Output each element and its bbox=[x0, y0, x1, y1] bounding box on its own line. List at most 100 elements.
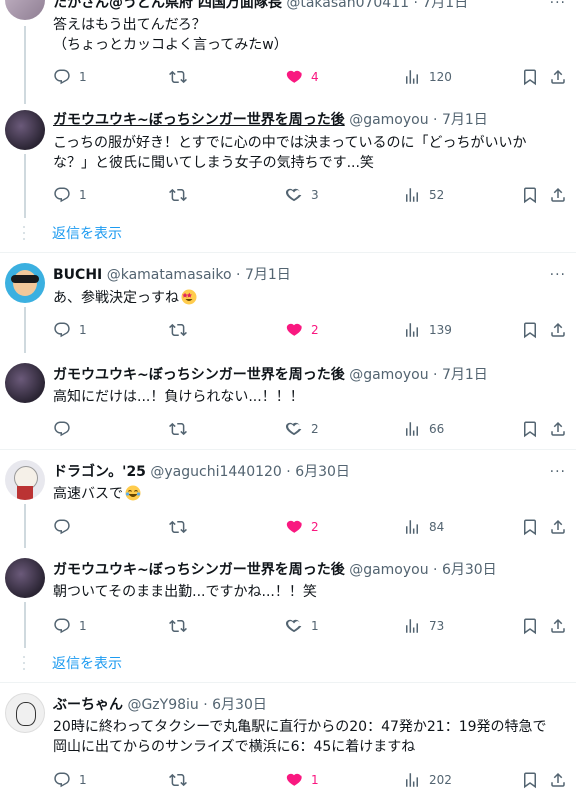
share-button[interactable] bbox=[549, 67, 567, 87]
like-button[interactable]: 2 bbox=[285, 517, 319, 537]
tweet[interactable]: ぶーちゃん @GzY98iu · 6月30日 20時に終わってタクシーで丸亀駅に… bbox=[0, 683, 576, 803]
views-button[interactable]: 139 bbox=[403, 320, 452, 340]
tweet[interactable]: ガモウユウキ~ぼっちシンガー世界を周った後 @gamoyou · 6月30日 朝… bbox=[0, 548, 576, 648]
handle[interactable]: @gamoyou bbox=[349, 562, 428, 578]
bookmark-button[interactable] bbox=[521, 320, 539, 340]
like-button[interactable]: 2 bbox=[285, 419, 319, 439]
views-button[interactable]: 202 bbox=[403, 770, 452, 790]
like-count: 3 bbox=[311, 188, 319, 202]
bookmark-button[interactable] bbox=[521, 67, 539, 87]
more-options-button[interactable]: ··· bbox=[550, 0, 566, 13]
retweet-button[interactable] bbox=[169, 185, 187, 205]
display-name[interactable]: ガモウユウキ~ぼっちシンガー世界を周った後 bbox=[53, 367, 345, 383]
display-name[interactable]: ドラゴン。'25 bbox=[53, 464, 146, 480]
share-button[interactable] bbox=[549, 320, 567, 340]
views-button[interactable]: 120 bbox=[403, 67, 452, 87]
views-button[interactable]: 84 bbox=[403, 517, 444, 537]
separator: · bbox=[413, 0, 418, 11]
views-button[interactable]: 73 bbox=[403, 616, 444, 636]
like-count: 1 bbox=[311, 619, 319, 633]
like-count: 4 bbox=[311, 70, 319, 84]
bookmark-button[interactable] bbox=[521, 770, 539, 790]
tweet-actions: 1 4 120 bbox=[53, 67, 573, 87]
bookmark-button[interactable] bbox=[521, 419, 539, 439]
handle[interactable]: @gamoyou bbox=[349, 112, 428, 128]
avatar[interactable] bbox=[5, 0, 45, 20]
avatar[interactable] bbox=[5, 263, 45, 303]
bookmark-button[interactable] bbox=[521, 616, 539, 636]
views-icon bbox=[403, 617, 421, 635]
more-options-button[interactable]: ··· bbox=[550, 462, 566, 482]
like-button[interactable]: 4 bbox=[285, 67, 319, 87]
tweet[interactable]: ガモウユウキ~ぼっちシンガー世界を周った後 @gamoyou · 7月1日 こっ… bbox=[0, 100, 576, 218]
tweet-text: 高速バスで bbox=[53, 484, 569, 504]
like-button[interactable]: 2 bbox=[285, 320, 319, 340]
handle[interactable]: @GzY98iu bbox=[127, 697, 198, 713]
tweet-date[interactable]: 6月30日 bbox=[442, 562, 497, 578]
tweet-date[interactable]: 7月1日 bbox=[442, 367, 488, 383]
share-button[interactable] bbox=[549, 185, 567, 205]
show-replies-link[interactable]: 返信を表示 bbox=[52, 654, 122, 674]
reply-button[interactable] bbox=[53, 517, 71, 537]
tweet-date[interactable]: 7月1日 bbox=[422, 0, 468, 11]
like-button[interactable]: 1 bbox=[285, 616, 319, 636]
tweet[interactable]: ドラゴン。'25 @yaguchi1440120 · 6月30日 ··· 高速バ… bbox=[0, 450, 576, 548]
display-name[interactable]: ぶーちゃん bbox=[53, 697, 123, 713]
like-button[interactable]: 3 bbox=[285, 185, 319, 205]
views-button[interactable]: 66 bbox=[403, 419, 444, 439]
views-count: 202 bbox=[429, 773, 452, 787]
display-name[interactable]: たかさん@うどん県府 四国万面隊長 bbox=[53, 0, 282, 11]
laughing-emoji bbox=[125, 485, 141, 501]
display-name[interactable]: ガモウユウキ~ぼっちシンガー世界を周った後 bbox=[53, 562, 345, 578]
tweet-date[interactable]: 6月30日 bbox=[212, 697, 267, 713]
tweet-header: ガモウユウキ~ぼっちシンガー世界を周った後 @gamoyou · 7月1日 bbox=[53, 110, 488, 130]
more-options-button[interactable]: ··· bbox=[550, 265, 566, 285]
tweet[interactable]: BUCHI @kamatamasaiko · 7月1日 ··· あ、参戦決定っす… bbox=[0, 253, 576, 353]
like-button[interactable]: 1 bbox=[285, 770, 319, 790]
tweet-text-line: こっちの服が好き！とすでに心の中では決まっているのに「どっちがいいか bbox=[53, 135, 527, 151]
handle[interactable]: @yaguchi1440120 bbox=[150, 464, 281, 480]
reply-button[interactable]: 1 bbox=[53, 770, 87, 790]
reply-button[interactable] bbox=[53, 419, 71, 439]
avatar[interactable] bbox=[5, 110, 45, 150]
bookmark-icon bbox=[521, 321, 539, 339]
retweet-button[interactable] bbox=[169, 320, 187, 340]
tweet-header: ドラゴン。'25 @yaguchi1440120 · 6月30日 bbox=[53, 462, 350, 482]
retweet-button[interactable] bbox=[169, 770, 187, 790]
share-button[interactable] bbox=[549, 517, 567, 537]
handle[interactable]: @kamatamasaiko bbox=[107, 267, 232, 283]
views-button[interactable]: 52 bbox=[403, 185, 444, 205]
reply-button[interactable]: 1 bbox=[53, 320, 87, 340]
tweet-date[interactable]: 7月1日 bbox=[442, 112, 488, 128]
share-button[interactable] bbox=[549, 419, 567, 439]
display-name[interactable]: BUCHI bbox=[53, 267, 102, 283]
handle[interactable]: @takasan070411 bbox=[286, 0, 409, 11]
bookmark-button[interactable] bbox=[521, 185, 539, 205]
tweet-text-line: な？」と彼氏に聞いてしまう女子の気持ちです...笑 bbox=[53, 155, 374, 171]
avatar[interactable] bbox=[5, 363, 45, 403]
heart-icon bbox=[285, 518, 303, 536]
tweet-date[interactable]: 6月30日 bbox=[295, 464, 350, 480]
retweet-button[interactable] bbox=[169, 419, 187, 439]
tweet-date[interactable]: 7月1日 bbox=[245, 267, 291, 283]
retweet-button[interactable] bbox=[169, 517, 187, 537]
avatar[interactable] bbox=[5, 558, 45, 598]
reply-button[interactable]: 1 bbox=[53, 616, 87, 636]
tweet[interactable]: たかさん@うどん県府 四国万面隊長 @takasan070411 · 7月1日 … bbox=[0, 0, 576, 104]
share-button[interactable] bbox=[549, 770, 567, 790]
avatar[interactable] bbox=[5, 693, 45, 733]
tweet-text-line: 答えはもう出てんだろ？ bbox=[53, 17, 206, 33]
handle[interactable]: @gamoyou bbox=[349, 367, 428, 383]
display-name[interactable]: ガモウユウキ~ぼっちシンガー世界を周った後 bbox=[53, 112, 345, 128]
retweet-button[interactable] bbox=[169, 67, 187, 87]
reply-button[interactable]: 1 bbox=[53, 67, 87, 87]
avatar[interactable] bbox=[5, 460, 45, 500]
show-replies-link[interactable]: 返信を表示 bbox=[52, 224, 122, 244]
tweet[interactable]: ガモウユウキ~ぼっちシンガー世界を周った後 @gamoyou · 7月1日 高知… bbox=[0, 353, 576, 449]
share-button[interactable] bbox=[549, 616, 567, 636]
retweet-button[interactable] bbox=[169, 616, 187, 636]
like-count: 1 bbox=[311, 773, 319, 787]
reply-button[interactable]: 1 bbox=[53, 185, 87, 205]
bookmark-icon bbox=[521, 68, 539, 86]
bookmark-button[interactable] bbox=[521, 517, 539, 537]
